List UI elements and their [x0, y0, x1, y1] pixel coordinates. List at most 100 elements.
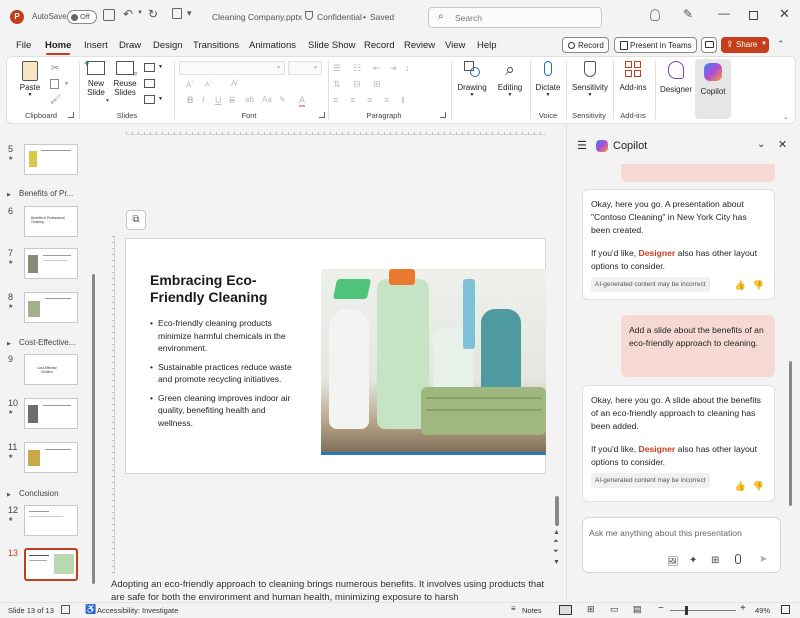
columns-icon[interactable]: ‖	[401, 95, 405, 105]
section-header[interactable]: Conclusion	[19, 489, 59, 498]
tab-draw[interactable]: Draw	[119, 40, 141, 51]
designer-button[interactable]: Designer	[658, 61, 694, 109]
tab-review[interactable]: Review	[404, 40, 435, 51]
slideshow-view-icon[interactable]: ▤	[633, 604, 642, 615]
section-header[interactable]: Benefits of Pr...	[19, 189, 73, 198]
zoom-out-icon[interactable]: −	[658, 603, 664, 614]
microphone-input-icon[interactable]	[735, 554, 741, 564]
bold-icon[interactable]: B	[187, 95, 194, 105]
align-right-icon[interactable]: ≡	[367, 95, 372, 105]
slide-sorter-icon[interactable]: ⊞	[587, 604, 595, 615]
slide-thumbnail-10[interactable]	[24, 398, 78, 429]
zoom-slider[interactable]	[670, 606, 736, 615]
thumbs-down-icon[interactable]: 👎	[753, 279, 764, 292]
accessibility-status[interactable]: Accessibility: Investigate	[97, 606, 178, 615]
justify-icon[interactable]: ≡	[384, 95, 389, 105]
tab-insert[interactable]: Insert	[84, 40, 108, 51]
slide-thumbnail-12[interactable]	[24, 505, 78, 536]
section-icon[interactable]	[144, 95, 155, 104]
tab-view[interactable]: View	[445, 40, 465, 51]
smartart-icon[interactable]: ⊞	[373, 79, 381, 90]
drawing-button[interactable]: Drawing ▼	[455, 61, 489, 109]
section-header[interactable]: Cost-Effective...	[19, 338, 75, 347]
notes-text[interactable]: Adopting an eco-friendly approach to cle…	[111, 579, 551, 603]
scroll-down-icon[interactable]: ▼	[553, 559, 560, 566]
slide-thumbnail-8[interactable]	[24, 292, 78, 323]
slide-thumbnail-5[interactable]	[24, 144, 78, 175]
slide-thumbnail-11[interactable]	[24, 442, 78, 473]
align-center-icon[interactable]: ≡	[350, 95, 355, 105]
reuse-slides-button[interactable]: ⌕ Reuse Slides	[111, 61, 139, 107]
copilot-close-icon[interactable]: ✕	[778, 138, 787, 151]
line-spacing-icon[interactable]: ↕	[405, 63, 410, 73]
save-icon[interactable]	[103, 9, 115, 21]
font-launcher-icon[interactable]	[319, 112, 325, 118]
slide-thumbnail-13-selected[interactable]	[24, 548, 78, 581]
increase-indent-icon[interactable]: ⇥	[389, 63, 397, 74]
previous-slide-icon[interactable]: ⏶	[553, 538, 559, 546]
text-direction-icon[interactable]: ⇅	[333, 79, 341, 90]
fit-to-window-icon[interactable]	[781, 605, 790, 614]
chevron-down-icon[interactable]: ⌄	[757, 139, 765, 150]
redo-icon[interactable]: ↻	[148, 7, 158, 21]
thumbs-up-icon[interactable]: 👍	[735, 279, 746, 292]
lightbulb-icon[interactable]	[650, 9, 660, 21]
search-box[interactable]: ⌕ Search	[428, 7, 602, 28]
share-button[interactable]: ⇪ Share ▼	[721, 37, 769, 53]
thumbnails-scrollbar[interactable]	[92, 274, 95, 584]
paragraph-launcher-icon[interactable]	[440, 112, 446, 118]
designer-ideas-icon[interactable]: ⧉	[126, 210, 146, 230]
proofing-icon[interactable]	[61, 605, 70, 614]
format-painter-icon[interactable]: 🖌	[50, 94, 61, 105]
slide-thumbnail-9[interactable]: Cost-Effective Solution	[24, 354, 78, 385]
increase-font-icon[interactable]: A↑	[186, 79, 195, 90]
undo-icon[interactable]: ↶	[123, 7, 133, 21]
slide[interactable]: Embracing Eco-Friendly Cleaning • Eco-fri…	[125, 238, 546, 474]
thumbs-up-icon[interactable]: 👍	[735, 480, 746, 493]
slide-thumbnail-6[interactable]: Benefits of Professional Cleaning	[24, 206, 78, 237]
strikethrough-icon[interactable]: S	[229, 95, 235, 105]
align-left-icon[interactable]: ≡	[333, 95, 338, 105]
sensitivity-button[interactable]: Sensitivity ▼	[568, 61, 612, 109]
numbering-icon[interactable]: ☷	[353, 63, 361, 74]
tab-record[interactable]: Record	[364, 40, 395, 51]
notes-toggle[interactable]: Notes	[522, 606, 542, 615]
notes-pane[interactable]: Adopting an eco-friendly approach to cle…	[104, 574, 566, 603]
ribbon-options-icon[interactable]: ⌄	[783, 113, 789, 121]
tab-file[interactable]: File	[16, 40, 31, 51]
addins-button[interactable]: Add-ins	[617, 61, 649, 109]
decrease-font-icon[interactable]: A↓	[205, 79, 213, 88]
zoom-slider-thumb[interactable]	[685, 606, 688, 615]
copilot-input-box[interactable]: Ask me anything about this presentation …	[582, 517, 781, 573]
clipboard-launcher-icon[interactable]	[68, 112, 74, 118]
cut-icon[interactable]: ✂	[51, 63, 59, 74]
next-slide-icon[interactable]: ⏷	[553, 548, 559, 556]
autosave-toggle[interactable]: Off	[67, 10, 97, 24]
tab-animations[interactable]: Animations	[249, 40, 296, 51]
comments-button[interactable]	[701, 37, 717, 53]
copilot-ribbon-button[interactable]: Copilot	[695, 59, 731, 119]
tab-home[interactable]: Home	[45, 40, 71, 51]
char-spacing-icon[interactable]: ab	[245, 95, 254, 104]
designer-link[interactable]: Designer	[639, 444, 676, 454]
close-icon[interactable]: ✕	[779, 6, 790, 22]
font-size-box[interactable]: ▼	[288, 61, 322, 75]
font-name-box[interactable]: ▼	[179, 61, 285, 75]
zoom-level[interactable]: 49%	[755, 606, 770, 615]
underline-icon[interactable]: U	[215, 95, 222, 105]
dictate-button[interactable]: Dictate ▼	[531, 61, 565, 109]
canvas-scrollbar-thumb[interactable]	[555, 496, 559, 526]
apps-grid-icon[interactable]: ⊞	[711, 555, 719, 566]
thumbs-down-icon[interactable]: 👎	[753, 480, 764, 493]
bullets-icon[interactable]: ☰	[333, 63, 341, 74]
present-in-teams-button[interactable]: Present in Teams	[614, 37, 697, 53]
record-button[interactable]: Record	[562, 37, 609, 53]
decrease-indent-icon[interactable]: ⇤	[373, 63, 381, 74]
tab-slide-show[interactable]: Slide Show	[308, 40, 356, 51]
tab-help[interactable]: Help	[477, 40, 497, 51]
copilot-scrollbar[interactable]	[789, 361, 792, 506]
scroll-up-icon[interactable]: ▲	[553, 529, 560, 536]
highlight-icon[interactable]: ✎	[279, 95, 286, 104]
editing-button[interactable]: ⌕ Editing ▼	[493, 61, 527, 109]
layout-icon[interactable]	[144, 63, 155, 72]
